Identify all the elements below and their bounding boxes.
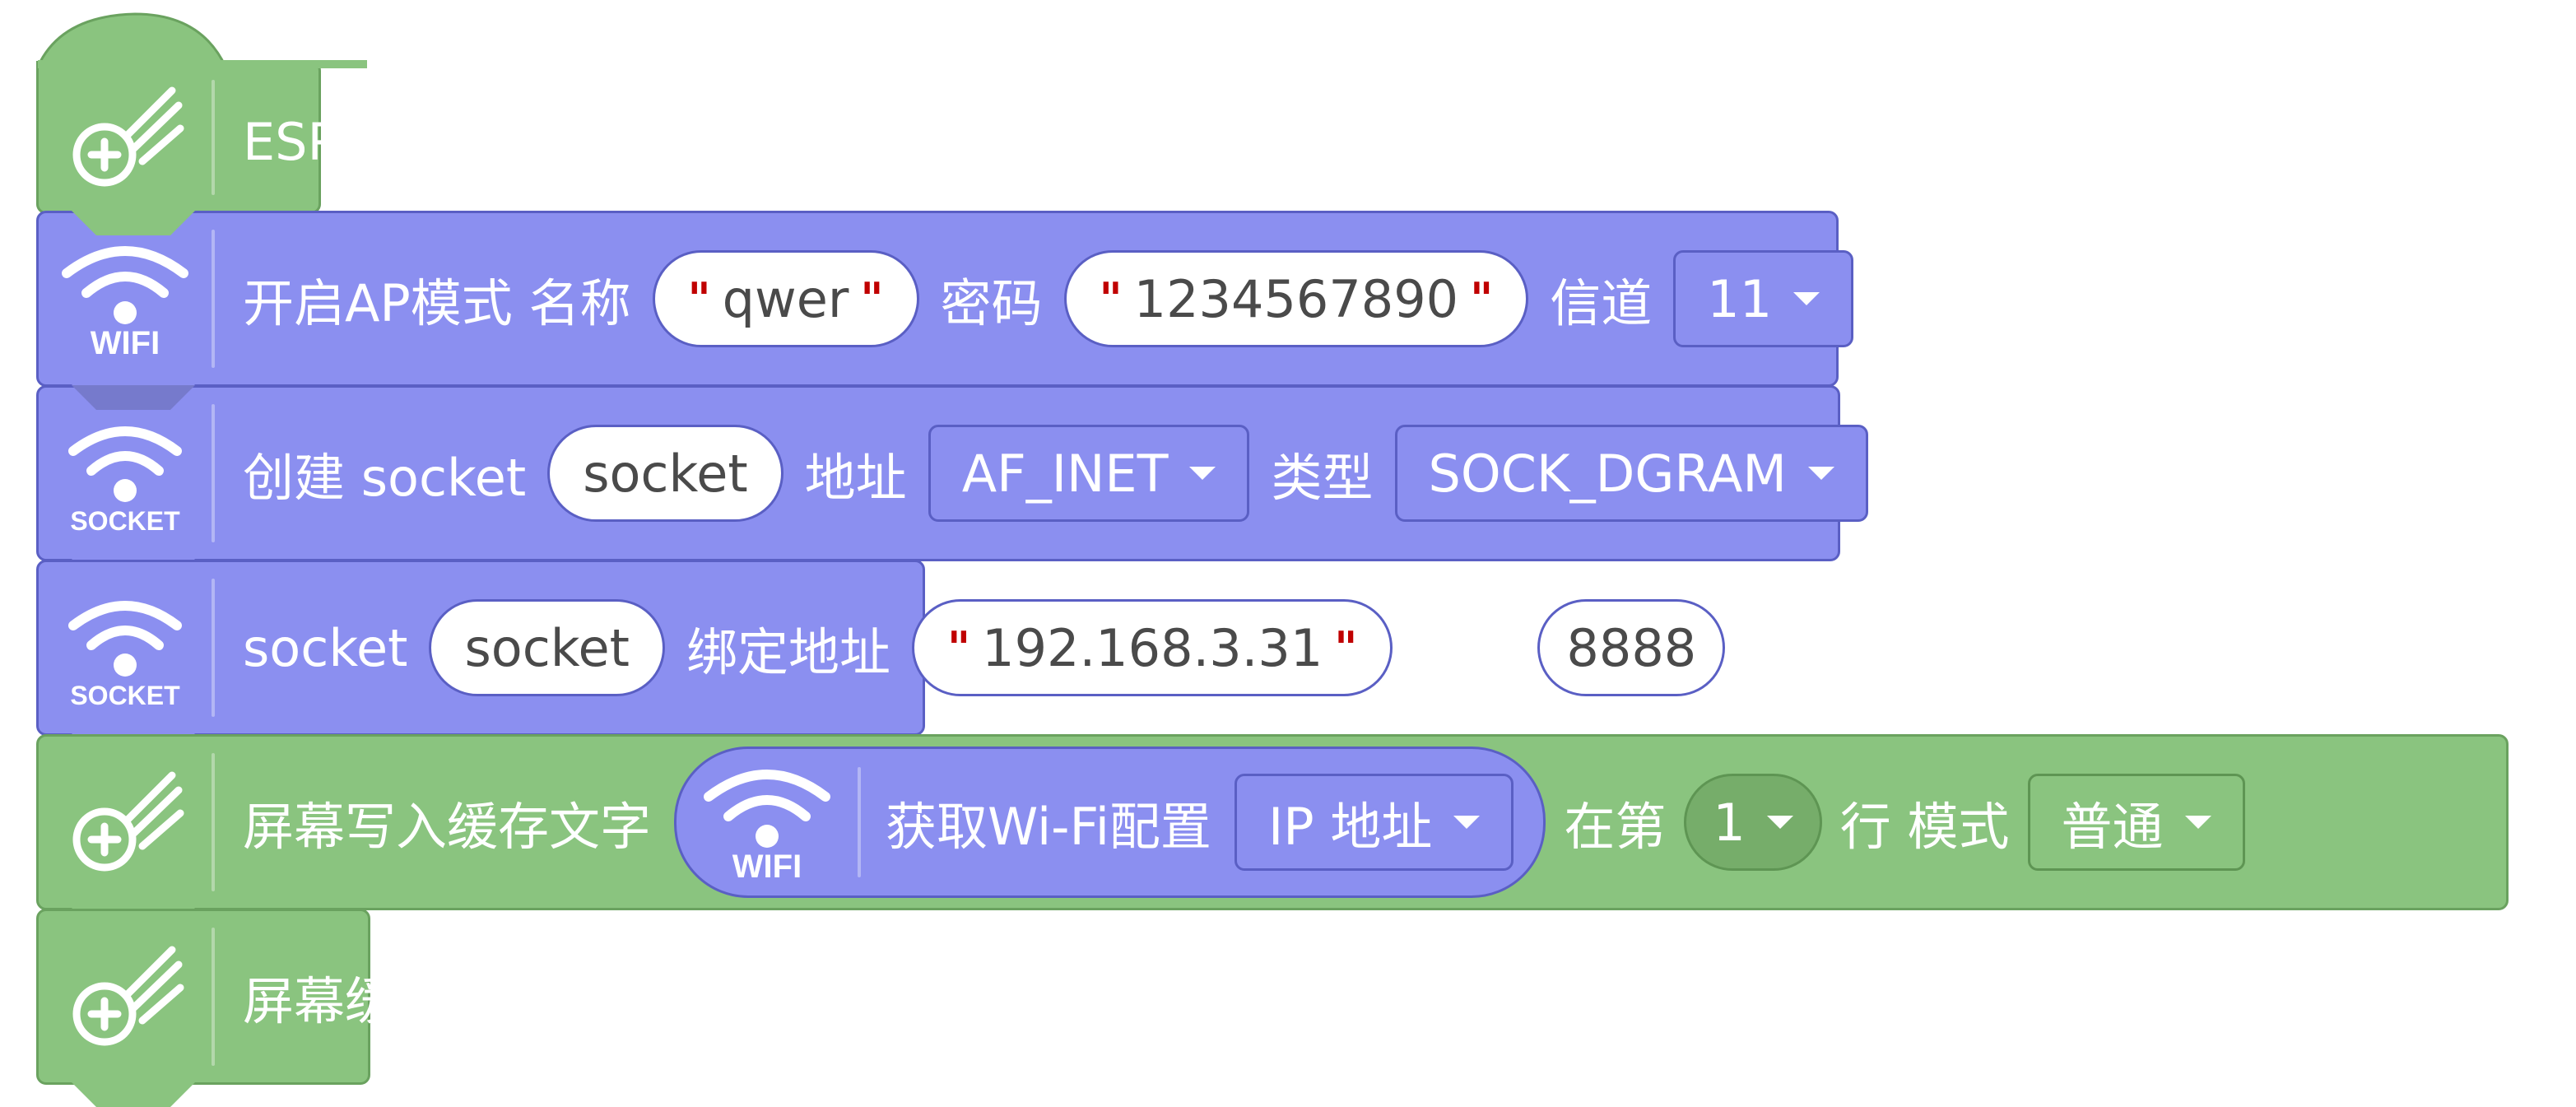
wifi-config-label: 获取Wi-Fi配置 [886, 797, 1211, 857]
ap-mode-block[interactable]: WIFI 开启AP模式 名称 " qwer " 密码 " 1234567890 " 信道… [36, 211, 1854, 409]
screen-show-label: 屏幕缓存显示生效 [243, 971, 652, 1031]
svg-text:SOCKET: SOCKET [70, 681, 180, 709]
wifi-icon: WIFI [39, 213, 212, 384]
socket-icon: SOCKET [39, 388, 212, 559]
esp32-main-block[interactable]: ESP32 主程序 [36, 12, 573, 236]
mode-label: 行 模式 [1839, 797, 2010, 857]
channel-dropdown[interactable]: 11 [1673, 250, 1854, 347]
port-label: 端口 [1414, 622, 1517, 682]
chevron-down-icon [1453, 816, 1481, 829]
screen-show-block[interactable]: 屏幕缓存显示生效 [36, 909, 651, 1107]
socket-bind-block[interactable]: SOCKET socket socket 绑定地址 " 192.168.3.31 "… [36, 560, 1726, 758]
create-socket-block[interactable]: SOCKET 创建 socket socket 地址 AF_INET 类型 SO… [36, 385, 1868, 584]
row-label: 在第 [1564, 797, 1667, 857]
socket-icon: SOCKET [39, 562, 212, 733]
address-family-dropdown[interactable]: AF_INET [928, 425, 1250, 522]
wifi-icon: WIFI [677, 749, 858, 895]
chevron-down-icon [1766, 816, 1793, 829]
block-notch [72, 1082, 195, 1107]
svg-text:WIFI: WIFI [91, 325, 160, 360]
ap-password-input[interactable]: " 1234567890 " [1063, 250, 1529, 347]
hat-cap [36, 11, 367, 68]
socket-type-dropdown[interactable]: SOCK_DGRAM [1394, 425, 1868, 522]
row-dropdown[interactable]: 1 [1684, 774, 1822, 871]
type-label: 类型 [1271, 448, 1374, 508]
rocket-icon [39, 737, 212, 908]
chevron-down-icon [1807, 467, 1834, 480]
bind-ip-input[interactable]: " 192.168.3.31 " [911, 599, 1393, 696]
screen-write-block[interactable]: 屏幕写入缓存文字 WIFI 获取Wi-Fi配置 IP 地址 在第 1 行 模式 [36, 734, 2509, 933]
mode-dropdown[interactable]: 普通 [2027, 774, 2245, 871]
chevron-down-icon [2184, 816, 2211, 829]
svg-text:SOCKET: SOCKET [70, 506, 180, 535]
create-socket-label: 创建 socket [243, 448, 527, 508]
ap-label: 开启AP模式 名称 [243, 273, 631, 333]
chevron-down-icon [1189, 467, 1216, 480]
chevron-down-icon [1793, 292, 1820, 305]
wifi-config-dropdown[interactable]: IP 地址 [1234, 774, 1514, 871]
bind-label: 绑定地址 [686, 622, 890, 682]
svg-text:WIFI: WIFI [732, 849, 802, 884]
pwd-label: 密码 [940, 273, 1043, 333]
channel-label: 信道 [1550, 273, 1653, 333]
main-label: ESP32 主程序 [243, 112, 573, 172]
addr-label: 地址 [804, 448, 907, 508]
socket-var-input[interactable]: socket [429, 599, 665, 696]
rocket-icon [39, 63, 212, 212]
rocket-icon [39, 911, 212, 1082]
socket-label: socket [243, 617, 408, 678]
port-input[interactable]: 8888 [1537, 599, 1726, 696]
socket-var-input[interactable]: socket [547, 425, 783, 522]
ap-name-input[interactable]: " qwer " [652, 250, 919, 347]
screen-write-label: 屏幕写入缓存文字 [243, 797, 652, 857]
wifi-config-reporter[interactable]: WIFI 获取Wi-Fi配置 IP 地址 [674, 747, 1546, 898]
